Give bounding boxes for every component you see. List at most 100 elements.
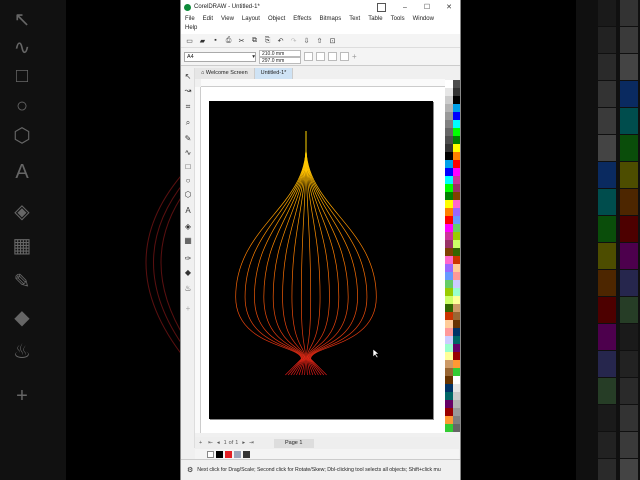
palette-swatch[interactable] [445, 112, 453, 120]
ellipse-tool-icon[interactable]: ○ [183, 176, 193, 186]
menu-bitmaps[interactable]: Bitmaps [320, 15, 342, 24]
palette-swatch[interactable] [453, 80, 460, 88]
text-tool-icon[interactable]: A [183, 206, 193, 216]
palette-swatch[interactable] [453, 160, 460, 168]
fill-tool-icon[interactable]: ◆ [183, 268, 193, 278]
palette-swatch[interactable] [453, 152, 460, 160]
palette-swatch[interactable] [445, 80, 453, 88]
maximize-button[interactable]: ☐ [416, 3, 438, 11]
menu-tools[interactable]: Tools [391, 15, 405, 24]
add-icon[interactable]: + [352, 52, 357, 61]
palette-swatch[interactable] [445, 152, 453, 160]
rectangle-tool-icon[interactable]: □ [183, 162, 193, 172]
palette-swatch[interactable] [445, 272, 453, 280]
open-icon[interactable]: ▰ [198, 36, 207, 45]
palette-swatch[interactable] [445, 304, 453, 312]
polygon-tool-icon[interactable]: ⬡ [183, 190, 193, 200]
page-width-field[interactable]: 210.0 mm [259, 49, 301, 57]
vase-curve[interactable] [244, 146, 307, 376]
palette-swatch[interactable] [453, 360, 460, 368]
palette-swatch[interactable] [445, 408, 453, 416]
paste-icon[interactable]: ⎘ [263, 36, 272, 45]
palette-swatch[interactable] [445, 344, 453, 352]
palette-swatch[interactable] [453, 400, 460, 408]
palette-swatch[interactable] [453, 128, 460, 136]
menu-help[interactable]: Help [185, 24, 197, 33]
page-size-select[interactable]: A4 ▾ [184, 51, 256, 62]
menu-edit[interactable]: Edit [203, 15, 213, 24]
import-icon[interactable]: ⇩ [302, 36, 311, 45]
palette-swatch[interactable] [453, 288, 460, 296]
palette-swatch[interactable] [453, 112, 460, 120]
crop-tool-icon[interactable]: ⌗ [183, 102, 193, 112]
palette-swatch[interactable] [453, 144, 460, 152]
palette-swatch[interactable] [445, 320, 453, 328]
landscape-icon[interactable] [316, 52, 325, 61]
palette-swatch[interactable] [445, 280, 453, 288]
menu-layout[interactable]: Layout [242, 15, 260, 24]
zoom-tool-icon[interactable]: ⌕ [183, 118, 193, 128]
close-button[interactable]: ✕ [438, 3, 460, 11]
vase-curve[interactable] [305, 146, 368, 376]
palette-swatch[interactable] [445, 96, 453, 104]
palette-swatch[interactable] [453, 88, 460, 96]
palette-swatch[interactable] [445, 312, 453, 320]
page-height-field[interactable]: 297.0 mm [259, 56, 301, 64]
palette-swatch[interactable] [453, 104, 460, 112]
swatch-white[interactable] [207, 450, 214, 458]
new-document-icon[interactable]: ▭ [185, 36, 194, 45]
page-1-tab[interactable]: Page 1 [273, 438, 314, 448]
drawing-workspace[interactable] [201, 87, 445, 433]
palette-swatch[interactable] [453, 344, 460, 352]
palette-swatch[interactable] [445, 336, 453, 344]
palette-swatch[interactable] [453, 136, 460, 144]
last-page-icon[interactable]: ⇥ [249, 440, 254, 446]
export-icon[interactable]: ⇧ [315, 36, 324, 45]
palette-swatch[interactable] [453, 200, 460, 208]
palette-swatch[interactable] [453, 416, 460, 424]
shape-tool-icon[interactable]: ↝ [183, 86, 193, 96]
menu-text[interactable]: Text [349, 15, 360, 24]
redo-icon[interactable]: ↷ [289, 36, 298, 45]
freehand-tool-icon[interactable]: ✎ [183, 134, 193, 144]
palette-swatch[interactable] [453, 264, 460, 272]
palette-swatch[interactable] [453, 120, 460, 128]
palette-swatch[interactable] [453, 392, 460, 400]
eyedropper-tool-icon[interactable]: ✑ [183, 254, 193, 264]
palette-swatch[interactable] [445, 256, 453, 264]
palette-swatch[interactable] [453, 96, 460, 104]
palette-swatch[interactable] [445, 128, 453, 136]
palette-swatch[interactable] [445, 184, 453, 192]
palette-swatch[interactable] [453, 240, 460, 248]
palette-swatch[interactable] [445, 360, 453, 368]
menu-table[interactable]: Table [368, 15, 382, 24]
palette-swatch[interactable] [453, 224, 460, 232]
save-icon[interactable]: ▪ [211, 36, 220, 45]
palette-swatch[interactable] [445, 264, 453, 272]
palette-swatch[interactable] [445, 328, 453, 336]
gear-icon[interactable]: ⚙ [187, 466, 193, 474]
palette-swatch[interactable] [445, 136, 453, 144]
palette-swatch[interactable] [453, 192, 460, 200]
add-page-icon[interactable]: + [199, 440, 202, 446]
tab-untitled-1[interactable]: Untitled-1* [254, 68, 294, 79]
vase-curve[interactable] [282, 146, 307, 376]
palette-swatch[interactable] [453, 232, 460, 240]
palette-swatch[interactable] [445, 248, 453, 256]
menu-file[interactable]: File [185, 15, 195, 24]
menu-window[interactable]: Window [413, 15, 434, 24]
palette-swatch[interactable] [453, 184, 460, 192]
palette-swatch[interactable] [453, 272, 460, 280]
palette-swatch[interactable] [445, 144, 453, 152]
palette-swatch[interactable] [453, 336, 460, 344]
transparency-tool-icon[interactable]: ▦ [183, 236, 193, 246]
next-page-icon[interactable]: ▸ [242, 440, 245, 446]
minimize-button[interactable]: – [394, 4, 416, 11]
palette-swatch[interactable] [445, 168, 453, 176]
cut-icon[interactable]: ✂ [237, 36, 246, 45]
palette-swatch[interactable] [453, 304, 460, 312]
swatch-dark[interactable] [243, 450, 250, 458]
palette-swatch[interactable] [453, 216, 460, 224]
pick-tool-icon[interactable]: ↖ [183, 72, 193, 82]
palette-swatch[interactable] [445, 376, 453, 384]
